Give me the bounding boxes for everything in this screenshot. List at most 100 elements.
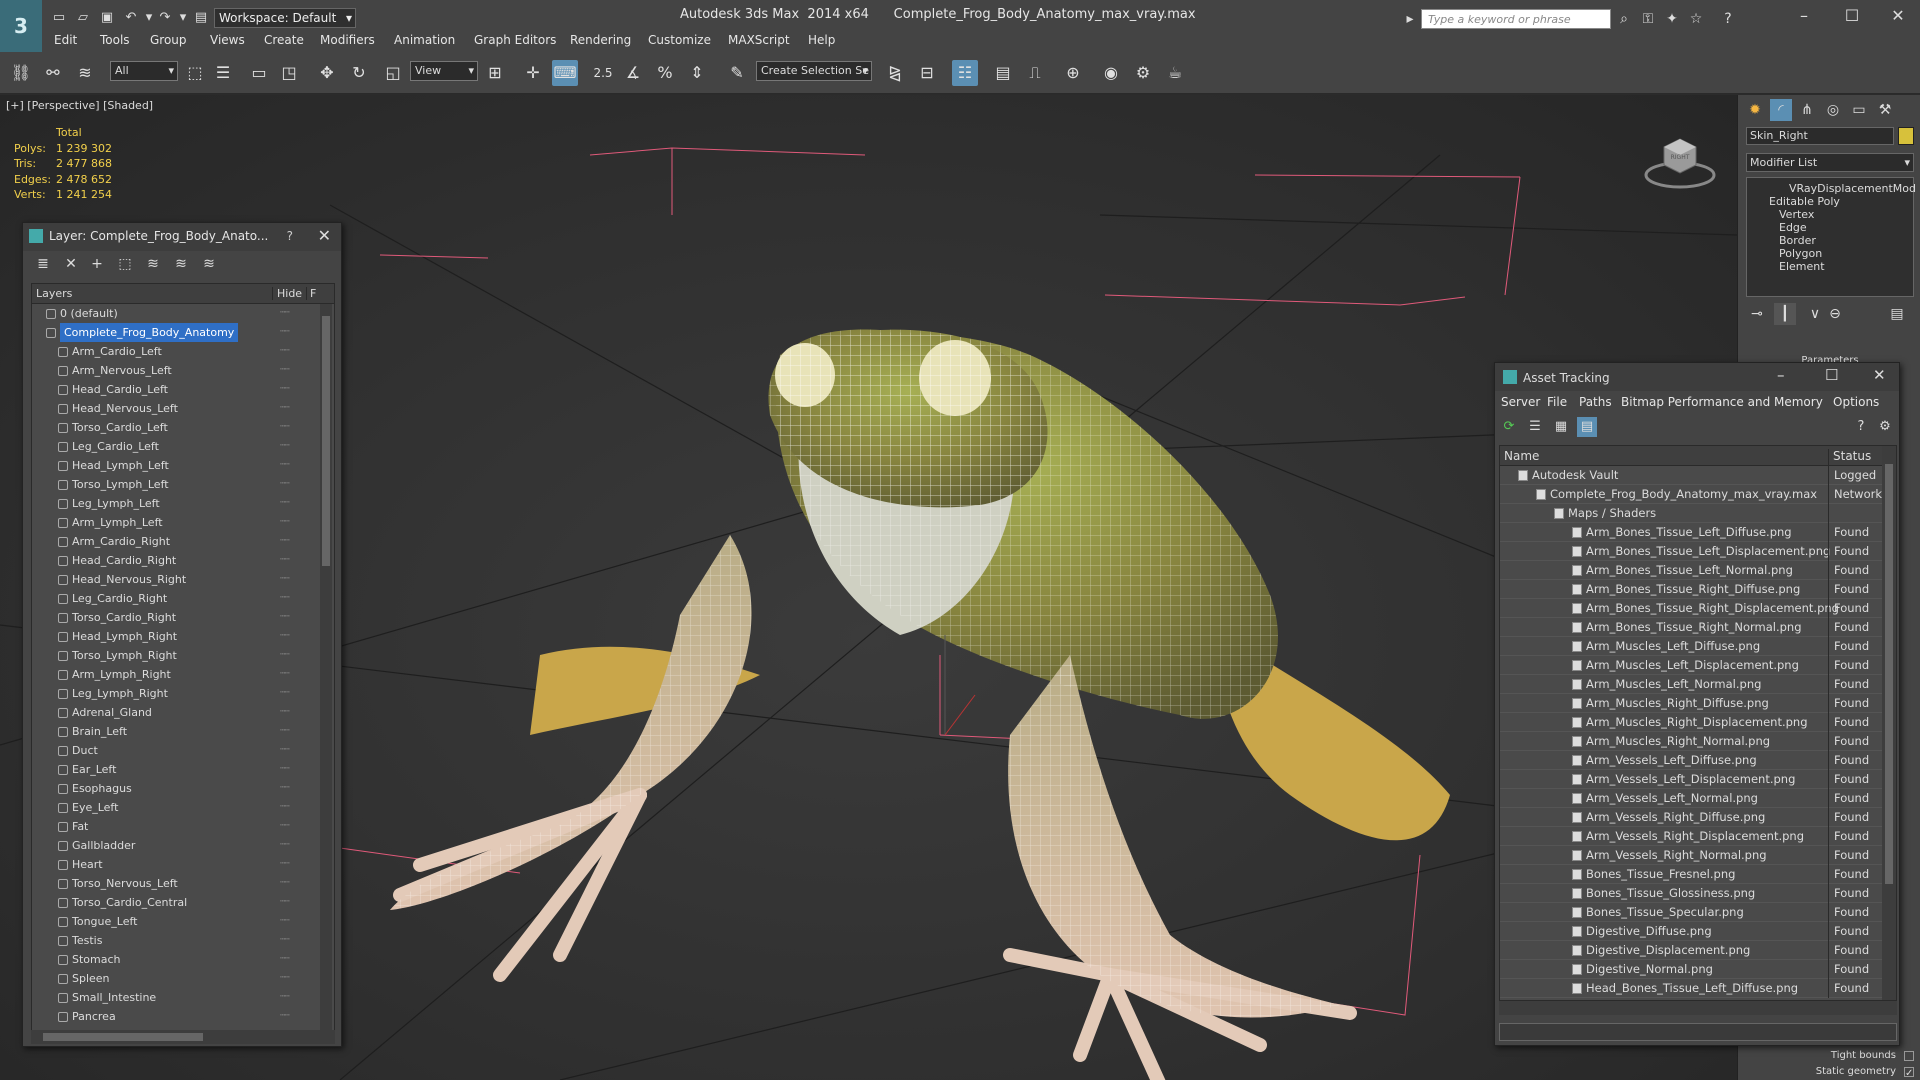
asset-row[interactable]: Arm_Bones_Tissue_Left_Normal.png Found: [1500, 561, 1896, 580]
layer-row[interactable]: Leg_Lymph_Left ┄┄: [32, 494, 334, 513]
layer-row[interactable]: Esophagus ┄┄: [32, 779, 334, 798]
table-view-icon[interactable]: ▤: [1577, 417, 1597, 437]
layer-row[interactable]: Arm_Lymph_Right ┄┄: [32, 665, 334, 684]
layer-row[interactable]: Leg_Lymph_Right ┄┄: [32, 684, 334, 703]
curve-editor-icon[interactable]: ⎍: [1022, 60, 1048, 86]
asset-row[interactable]: Complete_Frog_Body_Anatomy_max_vray.max N…: [1500, 485, 1896, 504]
select-manipulate-icon[interactable]: ✛: [520, 60, 546, 86]
snaps-toggle-icon[interactable]: 2.5: [590, 60, 616, 86]
layer-row[interactable]: Ear_Left ┄┄: [32, 760, 334, 779]
minimize-icon[interactable]: –: [1784, 4, 1824, 28]
hide-toggle[interactable]: ┄┄: [280, 798, 290, 817]
asset-row[interactable]: Digestive_Normal.png Found: [1500, 960, 1896, 979]
layer-row[interactable]: Torso_Cardio_Right ┄┄: [32, 608, 334, 627]
hide-toggle[interactable]: ┄┄: [280, 969, 290, 988]
asset-horizontal-scrollbar[interactable]: [1499, 1001, 1897, 1015]
hide-toggle[interactable]: ┄┄: [280, 551, 290, 570]
hide-toggle[interactable]: ┄┄: [280, 912, 290, 931]
layer-row[interactable]: Head_Nervous_Right ┄┄: [32, 570, 334, 589]
asset-row[interactable]: Arm_Vessels_Right_Displacement.png Found: [1500, 827, 1896, 846]
angle-snap-icon[interactable]: ∡: [620, 60, 646, 86]
column-name[interactable]: Name: [1504, 449, 1539, 463]
layer-row[interactable]: Head_Lymph_Right ┄┄: [32, 627, 334, 646]
layer-row[interactable]: Head_Nervous_Left ┄┄: [32, 399, 334, 418]
layer-row[interactable]: Gallbladder ┄┄: [32, 836, 334, 855]
asset-row[interactable]: Digestive_Displacement.png Found: [1500, 941, 1896, 960]
layer-row[interactable]: Stomach ┄┄: [32, 950, 334, 969]
layer-row[interactable]: Arm_Cardio_Left ┄┄: [32, 342, 334, 361]
hide-toggle[interactable]: ┄┄: [280, 589, 290, 608]
list-view-icon[interactable]: ☰: [1525, 417, 1545, 437]
column-freeze[interactable]: F: [306, 287, 316, 300]
asset-title-bar[interactable]: Asset Tracking – ☐ ✕: [1495, 363, 1899, 391]
hide-toggle[interactable]: ┄┄: [280, 931, 290, 950]
menu-animation[interactable]: Animation: [394, 33, 455, 47]
app-logo[interactable]: 3: [0, 0, 42, 52]
static-geometry-checkbox[interactable]: ✓: [1904, 1067, 1914, 1079]
hide-toggle[interactable]: ┄┄: [280, 418, 290, 437]
redo-icon[interactable]: ↷: [156, 10, 174, 26]
asset-menu-server[interactable]: Server: [1501, 395, 1540, 409]
open-file-icon[interactable]: ▱: [74, 10, 92, 26]
modifier-stack-item[interactable]: Vertex: [1779, 208, 1814, 221]
unlink-icon[interactable]: ⚯: [40, 60, 66, 86]
layer-row[interactable]: Torso_Nervous_Left ┄┄: [32, 874, 334, 893]
asset-row[interactable]: Head_Bones_Tissue_Left_Diffuse.png Found: [1500, 979, 1896, 998]
asset-menu-paths[interactable]: Paths: [1579, 395, 1612, 409]
create-tab-icon[interactable]: ✹: [1744, 99, 1766, 121]
hide-toggle[interactable]: ┄┄: [280, 342, 290, 361]
asset-menu-bitmap-performance[interactable]: Bitmap Performance and Memory: [1621, 395, 1823, 409]
viewport-label[interactable]: [+] [Perspective] [Shaded]: [6, 99, 153, 112]
utilities-tab-icon[interactable]: ⚒: [1874, 99, 1896, 121]
redo-dropdown-icon[interactable]: ▾: [174, 10, 192, 26]
schematic-view-icon[interactable]: ⊕: [1060, 60, 1086, 86]
hide-toggle[interactable]: ┄┄: [280, 380, 290, 399]
close-icon[interactable]: ✕: [1873, 366, 1886, 384]
scroll-thumb[interactable]: [1885, 464, 1893, 884]
asset-row[interactable]: Arm_Muscles_Right_Normal.png Found: [1500, 732, 1896, 751]
asset-row[interactable]: Arm_Vessels_Right_Diffuse.png Found: [1500, 808, 1896, 827]
edit-named-selection-icon[interactable]: ✎: [724, 60, 750, 86]
layer-vertical-scrollbar[interactable]: [320, 304, 332, 1034]
layer-row[interactable]: Torso_Cardio_Left ┄┄: [32, 418, 334, 437]
hide-toggle[interactable]: ┄┄: [280, 1007, 290, 1026]
move-icon[interactable]: ✥: [314, 60, 340, 86]
percent-snap-icon[interactable]: %: [652, 60, 678, 86]
rectangular-selection-icon[interactable]: ▭: [246, 60, 272, 86]
hide-all-icon[interactable]: ≋: [171, 255, 191, 273]
add-layer-icon[interactable]: +: [87, 255, 107, 273]
select-layer-icon[interactable]: ⬚: [115, 255, 135, 273]
show-end-result-icon[interactable]: ┃: [1774, 303, 1796, 325]
graphite-ribbon-icon[interactable]: ▤: [990, 60, 1016, 86]
asset-row[interactable]: Bones_Tissue_Fresnel.png Found: [1500, 865, 1896, 884]
hide-toggle[interactable]: ┄┄: [280, 304, 290, 323]
object-color-swatch[interactable]: [1898, 127, 1914, 145]
hide-toggle[interactable]: ┄┄: [280, 760, 290, 779]
asset-row[interactable]: Arm_Bones_Tissue_Right_Diffuse.png Found: [1500, 580, 1896, 599]
menu-customize[interactable]: Customize: [648, 33, 711, 47]
layer-row[interactable]: Complete_Frog_Body_Anatomy ┄┄: [32, 323, 334, 342]
search-input[interactable]: Type a keyword or phrase: [1421, 9, 1611, 29]
maximize-icon[interactable]: ☐: [1832, 4, 1872, 28]
asset-row[interactable]: Arm_Muscles_Right_Displacement.png Found: [1500, 713, 1896, 732]
named-selection-set-select[interactable]: Create Selection Se: [756, 61, 872, 81]
layer-row[interactable]: Arm_Lymph_Left ┄┄: [32, 513, 334, 532]
asset-row[interactable]: Arm_Bones_Tissue_Left_Displacement.png Fo…: [1500, 542, 1896, 561]
help-icon[interactable]: ?: [1718, 10, 1738, 28]
column-status[interactable]: Status: [1828, 449, 1871, 467]
bind-space-warp-icon[interactable]: ≋: [72, 60, 98, 86]
menu-maxscript[interactable]: MAXScript: [728, 33, 790, 47]
hide-toggle[interactable]: ┄┄: [280, 494, 290, 513]
hide-toggle[interactable]: ┄┄: [280, 836, 290, 855]
hide-toggle[interactable]: ┄┄: [280, 741, 290, 760]
hide-toggle[interactable]: ┄┄: [280, 874, 290, 893]
align-icon[interactable]: ⊟: [914, 60, 940, 86]
render-icon[interactable]: ☕: [1162, 60, 1188, 86]
layer-manager-icon[interactable]: ☷: [952, 60, 978, 86]
layer-row[interactable]: Torso_Lymph_Right ┄┄: [32, 646, 334, 665]
asset-row[interactable]: Arm_Vessels_Left_Displacement.png Found: [1500, 770, 1896, 789]
asset-row[interactable]: Arm_Vessels_Left_Diffuse.png Found: [1500, 751, 1896, 770]
layer-row[interactable]: Head_Cardio_Right ┄┄: [32, 551, 334, 570]
layer-row[interactable]: Brain_Left ┄┄: [32, 722, 334, 741]
make-unique-icon[interactable]: ∨: [1804, 303, 1826, 325]
